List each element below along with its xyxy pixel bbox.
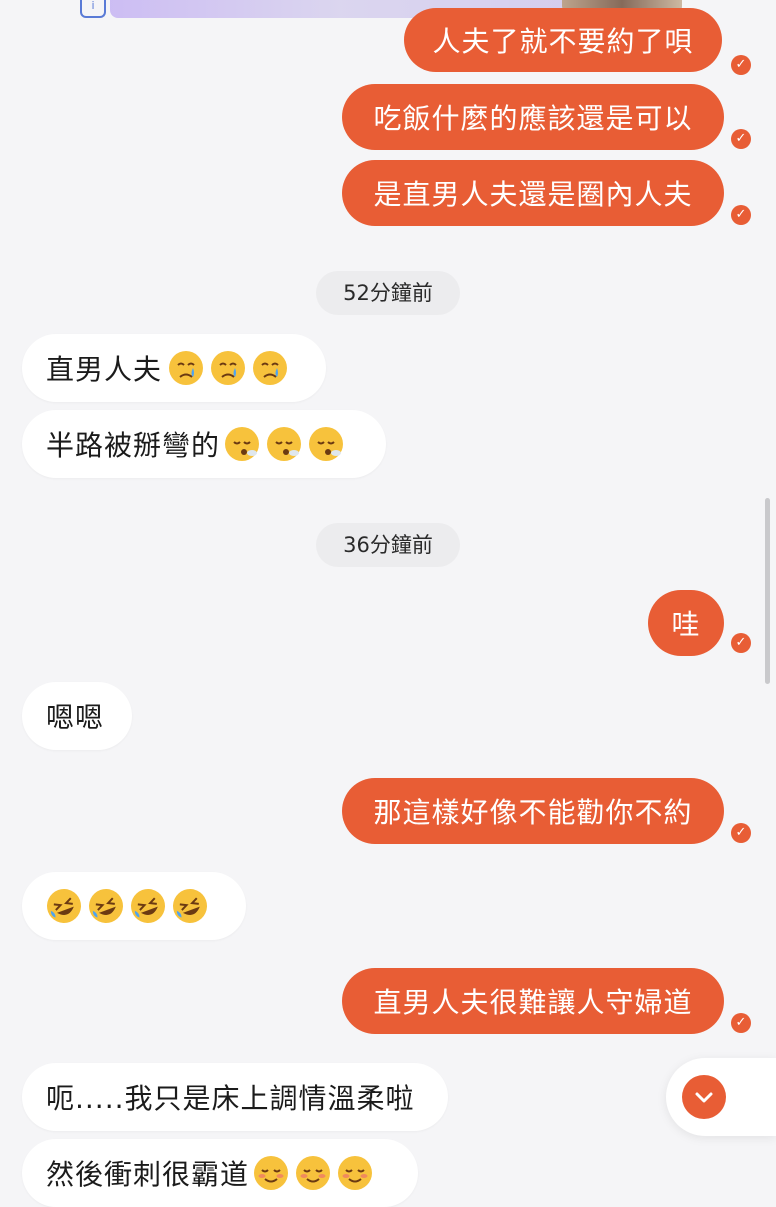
crying-face-emoji (169, 351, 204, 385)
sighing-face-emoji (225, 427, 260, 461)
message-text: 哇 (671, 608, 701, 641)
outgoing-message[interactable]: 人夫了就不要約了唄 (404, 8, 722, 72)
incoming-message[interactable]: 然後衝刺很霸道 (22, 1139, 418, 1207)
check-icon: ✓ (731, 129, 751, 149)
rolling-laughing-emoji (89, 889, 123, 923)
smiling-blush-emoji (254, 1156, 289, 1190)
emoji-group (168, 350, 288, 386)
emoji-group (224, 426, 344, 462)
check-icon: ✓ (731, 633, 751, 653)
outgoing-message[interactable]: 哇 (648, 590, 724, 656)
scrollbar-thumb[interactable] (765, 498, 770, 684)
check-icon: ✓ (731, 1013, 751, 1033)
timestamp-text: 36分鐘前 (343, 533, 433, 557)
crying-face-emoji (253, 351, 288, 385)
message-text: 嗯嗯 (46, 701, 105, 734)
sighing-face-emoji (267, 427, 302, 461)
crying-face-emoji (211, 351, 246, 385)
incoming-message[interactable]: 直男人夫 (22, 334, 326, 402)
message-text: 直男人夫 (46, 353, 163, 386)
message-text: 人夫了就不要約了唄 (432, 25, 694, 58)
check-icon: ✓ (731, 205, 751, 225)
check-icon: ✓ (731, 55, 751, 75)
outgoing-message[interactable]: 吃飯什麼的應該還是可以 (342, 84, 724, 150)
incoming-message[interactable]: 嗯嗯 (22, 682, 132, 750)
message-text: 那這樣好像不能勸你不約 (373, 796, 693, 829)
smiling-blush-emoji (296, 1156, 331, 1190)
incoming-message[interactable] (22, 872, 246, 940)
smiling-blush-emoji (338, 1156, 373, 1190)
outgoing-message[interactable]: 那這樣好像不能勸你不約 (342, 778, 724, 844)
timestamp-text: 52分鐘前 (343, 281, 433, 305)
rolling-laughing-emoji (173, 889, 207, 923)
chevron-down-icon (695, 1092, 713, 1103)
chat-thread: 人夫了就不要約了唄 ✓ 吃飯什麼的應該還是可以 ✓ 是直男人夫還是圈內人夫 ✓ … (0, 0, 776, 1207)
scroll-to-bottom-button[interactable] (666, 1058, 776, 1136)
message-text: 吃飯什麼的應該還是可以 (373, 102, 693, 135)
message-text: 是直男人夫還是圈內人夫 (373, 178, 693, 211)
timestamp-separator: 52分鐘前 (316, 271, 460, 315)
emoji-group (253, 1155, 373, 1191)
rolling-laughing-emoji (131, 889, 165, 923)
outgoing-message[interactable]: 直男人夫很難讓人守婦道 (342, 968, 724, 1034)
message-text: 呃.....我只是床上調情溫柔啦 (46, 1082, 415, 1115)
emoji-group (46, 888, 208, 924)
check-icon: ✓ (731, 823, 751, 843)
scroll-button-circle[interactable] (682, 1075, 726, 1119)
incoming-message[interactable]: 呃.....我只是床上調情溫柔啦 (22, 1063, 448, 1131)
message-text: 直男人夫很難讓人守婦道 (373, 986, 693, 1019)
message-text: 半路被掰彎的 (46, 429, 221, 462)
rolling-laughing-emoji (47, 889, 81, 923)
timestamp-separator: 36分鐘前 (316, 523, 460, 567)
message-text: 然後衝刺很霸道 (46, 1158, 250, 1191)
sighing-face-emoji (309, 427, 344, 461)
outgoing-message[interactable]: 是直男人夫還是圈內人夫 (342, 160, 724, 226)
incoming-message[interactable]: 半路被掰彎的 (22, 410, 386, 478)
